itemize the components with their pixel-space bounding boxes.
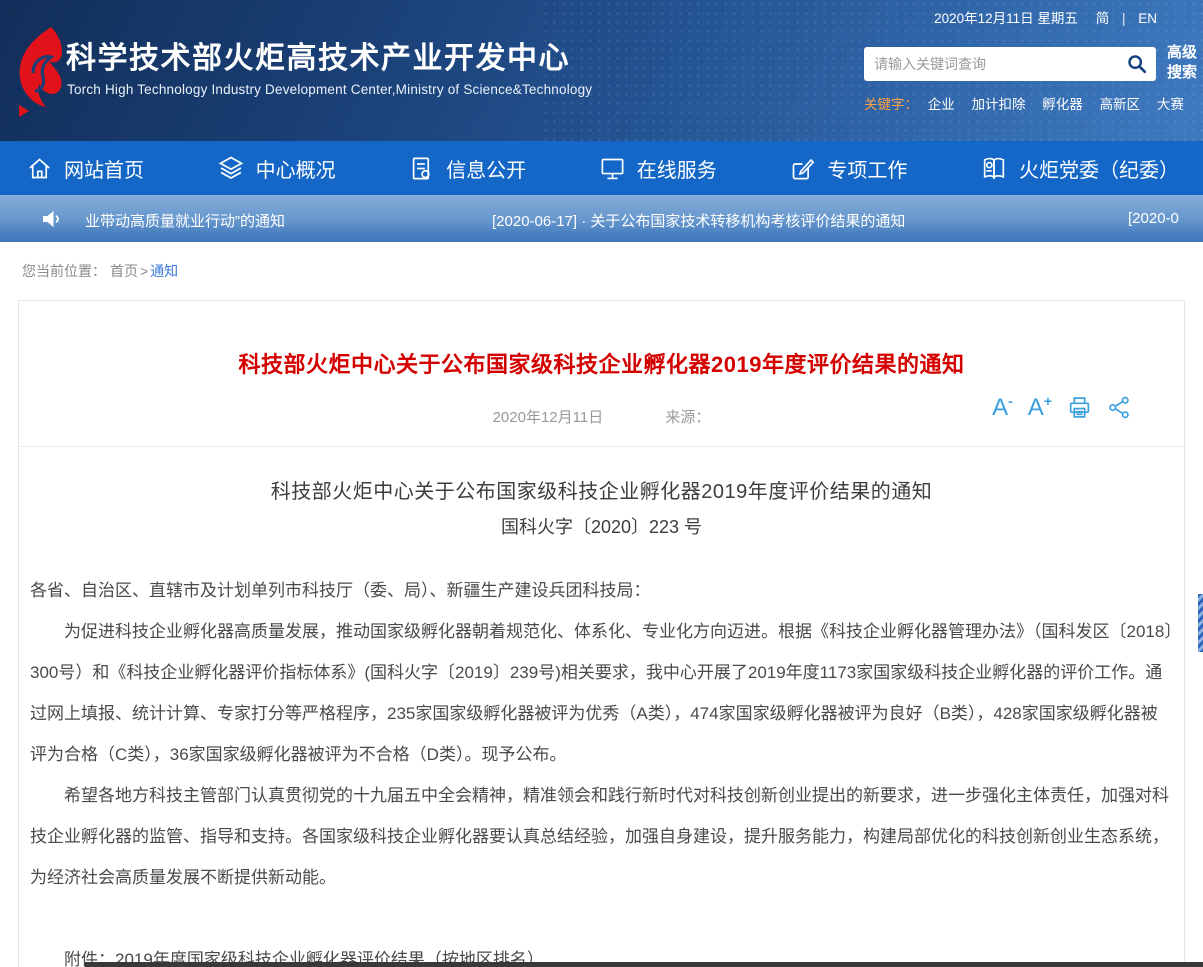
document-number: 国科火字〔2020〕223 号 xyxy=(30,513,1173,539)
article-container: 科技部火炬中心关于公布国家级科技企业孵化器2019年度评价结果的通知 2020年… xyxy=(18,300,1185,967)
page: 2020年12月11日 星期五 简 | EN 科学技术部火炬高技术产业开发中心 … xyxy=(0,0,1203,967)
nav-label: 中心概况 xyxy=(256,154,336,183)
ticker-item[interactable]: 业带动高质量就业行动”的通知 xyxy=(85,210,285,231)
keyword-link-enterprise[interactable]: 企业 xyxy=(928,97,955,112)
breadcrumb-separator: > xyxy=(140,263,148,279)
torch-logo-icon xyxy=(13,25,65,117)
ticker-item[interactable]: [2020-06-17] · 关于公布国家技术转移机构考核评价结果的通知 xyxy=(492,210,905,231)
search-input[interactable] xyxy=(864,56,1118,72)
site-subtitle: Torch High Technology Industry Developme… xyxy=(67,82,592,97)
site-header: 2020年12月11日 星期五 简 | EN 科学技术部火炬高技术产业开发中心 … xyxy=(0,0,1203,141)
article-body-container: 科技部火炬中心关于公布国家级科技企业孵化器2019年度评价结果的通知 国科火字〔… xyxy=(19,447,1184,967)
bottom-edge-bar xyxy=(85,962,1203,967)
keyword-link-hightech-zone[interactable]: 高新区 xyxy=(1100,97,1141,112)
lang-simplified-link[interactable]: 简 xyxy=(1096,11,1110,26)
nav-item-online-services[interactable]: 在线服务 xyxy=(599,154,717,183)
paragraph-1: 为促进科技企业孵化器高质量发展，推动国家级孵化器朝着规范化、体系化、专业化方向迈… xyxy=(30,611,1173,775)
speaker-icon xyxy=(40,207,64,231)
paragraph-2: 希望各地方科技主管部门认真贯彻党的十九届五中全会精神，精准领会和践行新时代对科技… xyxy=(30,775,1173,898)
breadcrumb: 您当前位置： 首页 > 通知 xyxy=(0,242,1203,300)
document-icon xyxy=(408,155,435,182)
topbar: 2020年12月11日 星期五 简 | EN xyxy=(934,7,1157,27)
pen-icon xyxy=(789,155,816,182)
font-increase-button[interactable]: A+ xyxy=(1028,396,1052,420)
floating-side-widget[interactable] xyxy=(1198,594,1203,652)
lang-english-link[interactable]: EN xyxy=(1138,11,1157,26)
print-button[interactable] xyxy=(1067,395,1092,420)
nav-item-home[interactable]: 网站首页 xyxy=(26,154,144,183)
document-title: 科技部火炬中心关于公布国家级科技企业孵化器2019年度评价结果的通知 xyxy=(30,475,1173,504)
nav-label: 火炬党委（纪委） xyxy=(1019,154,1179,183)
page-title: 科技部火炬中心关于公布国家级科技企业孵化器2019年度评价结果的通知 xyxy=(19,347,1184,379)
article-toolbar: A- A+ xyxy=(992,395,1132,420)
nav-item-special-projects[interactable]: 专项工作 xyxy=(789,154,907,183)
nav-item-overview[interactable]: 中心概况 xyxy=(217,154,336,183)
nav-item-party-committee[interactable]: 火炬党委（纪委） xyxy=(980,154,1179,183)
main-nav: 网站首页 中心概况 信息公开 在线服务 专项工作 xyxy=(0,141,1203,195)
font-decrease-sign: - xyxy=(1008,394,1013,408)
nav-label: 在线服务 xyxy=(637,154,717,183)
nav-item-info-disclosure[interactable]: 信息公开 xyxy=(408,154,526,183)
breadcrumb-label: 您当前位置： xyxy=(22,261,106,281)
ticker-item[interactable]: [2020-0 xyxy=(1128,210,1179,227)
share-icon xyxy=(1107,395,1132,420)
search-box xyxy=(864,47,1156,81)
layers-icon xyxy=(217,154,245,182)
print-icon xyxy=(1067,395,1092,420)
share-button[interactable] xyxy=(1107,395,1132,420)
keyword-link-competition[interactable]: 大赛 xyxy=(1157,97,1184,112)
home-icon xyxy=(26,155,53,182)
hot-keywords: 关键字： 企业 加计扣除 孵化器 高新区 大赛 xyxy=(864,93,1197,113)
announcement-ticker: 业带动高质量就业行动”的通知 [2020-06-17] · 关于公布国家技术转移… xyxy=(0,195,1203,242)
nav-label: 专项工作 xyxy=(827,154,907,183)
nav-label: 信息公开 xyxy=(446,154,526,183)
book-icon xyxy=(980,154,1008,182)
search-button[interactable] xyxy=(1118,47,1156,81)
font-decrease-letter: A xyxy=(992,396,1008,420)
article-body: 各省、自治区、直辖市及计划单列市科技厅（委、局）、新疆生产建设兵团科技局： 为促… xyxy=(30,570,1173,967)
keyword-link-deduction[interactable]: 加计扣除 xyxy=(972,97,1026,112)
current-date: 2020年12月11日 星期五 xyxy=(934,11,1078,26)
nav-label: 网站首页 xyxy=(64,154,144,183)
breadcrumb-home-link[interactable]: 首页 xyxy=(110,261,138,281)
source-label: 来源： xyxy=(665,409,710,426)
breadcrumb-current-link[interactable]: 通知 xyxy=(150,261,178,281)
advanced-search-button[interactable]: 高级搜索 xyxy=(1167,43,1201,83)
salutation: 各省、自治区、直辖市及计划单列市科技厅（委、局）、新疆生产建设兵团科技局： xyxy=(30,570,1173,611)
publish-date: 2020年12月11日 xyxy=(493,409,604,426)
font-increase-sign: + xyxy=(1044,394,1052,408)
font-increase-letter: A xyxy=(1028,396,1044,420)
keyword-link-incubator[interactable]: 孵化器 xyxy=(1042,97,1083,112)
monitor-icon xyxy=(599,155,626,182)
lang-divider: | xyxy=(1122,11,1126,26)
site-title: 科学技术部火炬高技术产业开发中心 xyxy=(66,33,570,77)
keywords-label: 关键字： xyxy=(864,97,918,112)
search-icon xyxy=(1126,53,1148,75)
font-decrease-button[interactable]: A- xyxy=(992,396,1013,420)
